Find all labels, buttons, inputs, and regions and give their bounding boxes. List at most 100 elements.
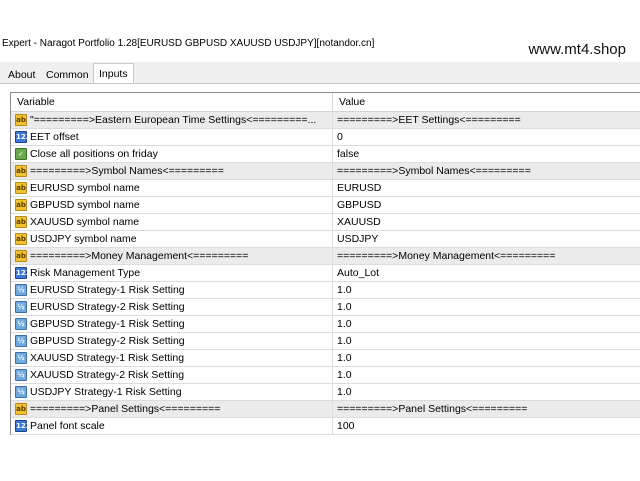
table-row[interactable]: ✓ Close all positions on friday false xyxy=(11,146,640,163)
double-type-icon: ½ xyxy=(15,369,27,381)
table-row[interactable]: 123 EET offset 0 xyxy=(11,129,640,146)
variable-name: XAUUSD Strategy-1 Risk Setting xyxy=(30,352,185,364)
value-cell[interactable]: 0 xyxy=(333,129,640,145)
variable-cell: 123 EET offset xyxy=(11,129,333,145)
table-row[interactable]: ½ EURUSD Strategy-2 Risk Setting 1.0 xyxy=(11,299,640,316)
variable-name: EET offset xyxy=(30,131,79,143)
grid-rows: ab "=========>Eastern European Time Setti… xyxy=(11,112,640,435)
value-cell[interactable]: 1.0 xyxy=(333,367,640,383)
section-row[interactable]: ab =========>Money Management<========= ==… xyxy=(11,248,640,265)
watermark-text: www.mt4.shop xyxy=(528,41,626,58)
variable-cell: ab XAUUSD symbol name xyxy=(11,214,333,230)
variable-name: "=========>Eastern European Time Setting… xyxy=(30,114,317,126)
value-cell[interactable]: XAUUSD xyxy=(333,214,640,230)
variable-cell: ab =========>Money Management<========= xyxy=(11,248,333,264)
column-header-value[interactable]: Value xyxy=(333,93,640,111)
string-type-icon: ab xyxy=(15,114,27,126)
value-cell[interactable]: GBPUSD xyxy=(333,197,640,213)
variable-cell: ab =========>Symbol Names<========= xyxy=(11,163,333,179)
table-row[interactable]: ab USDJPY symbol name USDJPY xyxy=(11,231,640,248)
inputs-grid: Variable Value ab "=========>Eastern Euro… xyxy=(10,92,640,435)
variable-cell: 123 Risk Management Type xyxy=(11,265,333,281)
table-row[interactable]: ½ USDJPY Strategy-1 Risk Setting 1.0 xyxy=(11,384,640,401)
string-type-icon: ab xyxy=(15,403,27,415)
variable-name: Risk Management Type xyxy=(30,267,141,279)
variable-name: =========>Money Management<========= xyxy=(30,250,249,262)
string-type-icon: ab xyxy=(15,165,27,177)
double-type-icon: ½ xyxy=(15,318,27,330)
integer-type-icon: 123 xyxy=(15,267,31,279)
variable-cell: ½ EURUSD Strategy-2 Risk Setting xyxy=(11,299,333,315)
inputs-panel: Variable Value ab "=========>Eastern Euro… xyxy=(0,83,640,481)
value-cell[interactable]: false xyxy=(333,146,640,162)
variable-name: XAUUSD symbol name xyxy=(30,216,140,228)
variable-name: =========>Symbol Names<========= xyxy=(30,165,224,177)
value-cell[interactable]: 1.0 xyxy=(333,299,640,315)
column-header-variable[interactable]: Variable xyxy=(11,93,333,111)
value-cell[interactable]: =========>Panel Settings<========= xyxy=(333,401,640,417)
variable-cell: ½ USDJPY Strategy-1 Risk Setting xyxy=(11,384,333,400)
value-cell[interactable]: 1.0 xyxy=(333,333,640,349)
variable-name: USDJPY symbol name xyxy=(30,233,137,245)
table-row[interactable]: ½ XAUUSD Strategy-1 Risk Setting 1.0 xyxy=(11,350,640,367)
double-type-icon: ½ xyxy=(15,301,27,313)
variable-name: GBPUSD Strategy-1 Risk Setting xyxy=(30,318,185,330)
variable-name: XAUUSD Strategy-2 Risk Setting xyxy=(30,369,185,381)
section-row[interactable]: ab =========>Panel Settings<========= ====… xyxy=(11,401,640,418)
value-cell[interactable]: 1.0 xyxy=(333,384,640,400)
string-type-icon: ab xyxy=(15,216,27,228)
value-cell[interactable]: EURUSD xyxy=(333,180,640,196)
table-row[interactable]: ½ EURUSD Strategy-1 Risk Setting 1.0 xyxy=(11,282,640,299)
variable-name: GBPUSD symbol name xyxy=(30,199,140,211)
variable-name: USDJPY Strategy-1 Risk Setting xyxy=(30,386,182,398)
tab-inputs[interactable]: Inputs xyxy=(93,63,134,85)
value-cell[interactable]: Auto_Lot xyxy=(333,265,640,281)
double-type-icon: ½ xyxy=(15,284,27,296)
variable-cell: ½ GBPUSD Strategy-1 Risk Setting xyxy=(11,316,333,332)
bool-type-icon: ✓ xyxy=(15,148,27,160)
value-cell[interactable]: =========>Symbol Names<========= xyxy=(333,163,640,179)
table-row[interactable]: ½ GBPUSD Strategy-1 Risk Setting 1.0 xyxy=(11,316,640,333)
integer-type-icon: 123 xyxy=(15,131,31,143)
value-cell[interactable]: USDJPY xyxy=(333,231,640,247)
variable-name: EURUSD Strategy-1 Risk Setting xyxy=(30,284,185,296)
tab-strip: About Common Inputs xyxy=(0,62,640,85)
variable-name: Panel font scale xyxy=(30,420,105,432)
double-type-icon: ½ xyxy=(15,352,27,364)
string-type-icon: ab xyxy=(15,250,27,262)
variable-name: Close all positions on friday xyxy=(30,148,158,160)
variable-name: EURUSD Strategy-2 Risk Setting xyxy=(30,301,185,313)
value-cell[interactable]: =========>Money Management<========= xyxy=(333,248,640,264)
double-type-icon: ½ xyxy=(15,386,27,398)
table-row[interactable]: 123 Panel font scale 100 xyxy=(11,418,640,435)
table-row[interactable]: ab XAUUSD symbol name XAUUSD xyxy=(11,214,640,231)
value-cell[interactable]: 1.0 xyxy=(333,316,640,332)
value-cell[interactable]: 1.0 xyxy=(333,350,640,366)
value-cell[interactable]: 100 xyxy=(333,418,640,434)
variable-cell: ½ XAUUSD Strategy-1 Risk Setting xyxy=(11,350,333,366)
variable-cell: ab "=========>Eastern European Time Setti… xyxy=(11,112,333,128)
tab-about[interactable]: About xyxy=(3,66,40,84)
window-title: Expert - Naragot Portfolio 1.28[EURUSD G… xyxy=(2,38,375,49)
tab-common[interactable]: Common xyxy=(41,66,94,84)
grid-header: Variable Value xyxy=(11,93,640,112)
variable-cell: ab =========>Panel Settings<========= xyxy=(11,401,333,417)
variable-name: EURUSD symbol name xyxy=(30,182,140,194)
variable-cell: ✓ Close all positions on friday xyxy=(11,146,333,162)
table-row[interactable]: ab EURUSD symbol name EURUSD xyxy=(11,180,640,197)
table-row[interactable]: 123 Risk Management Type Auto_Lot xyxy=(11,265,640,282)
integer-type-icon: 123 xyxy=(15,420,31,432)
table-row[interactable]: ½ XAUUSD Strategy-2 Risk Setting 1.0 xyxy=(11,367,640,384)
table-row[interactable]: ½ GBPUSD Strategy-2 Risk Setting 1.0 xyxy=(11,333,640,350)
section-row[interactable]: ab =========>Symbol Names<========= ======… xyxy=(11,163,640,180)
double-type-icon: ½ xyxy=(15,335,27,347)
value-cell[interactable]: 1.0 xyxy=(333,282,640,298)
string-type-icon: ab xyxy=(15,182,27,194)
section-row[interactable]: ab "=========>Eastern European Time Setti… xyxy=(11,112,640,129)
value-cell[interactable]: =========>EET Settings<========= xyxy=(333,112,640,128)
table-row[interactable]: ab GBPUSD symbol name GBPUSD xyxy=(11,197,640,214)
variable-cell: ½ GBPUSD Strategy-2 Risk Setting xyxy=(11,333,333,349)
variable-cell: ½ XAUUSD Strategy-2 Risk Setting xyxy=(11,367,333,383)
variable-cell: ab USDJPY symbol name xyxy=(11,231,333,247)
variable-cell: ½ EURUSD Strategy-1 Risk Setting xyxy=(11,282,333,298)
